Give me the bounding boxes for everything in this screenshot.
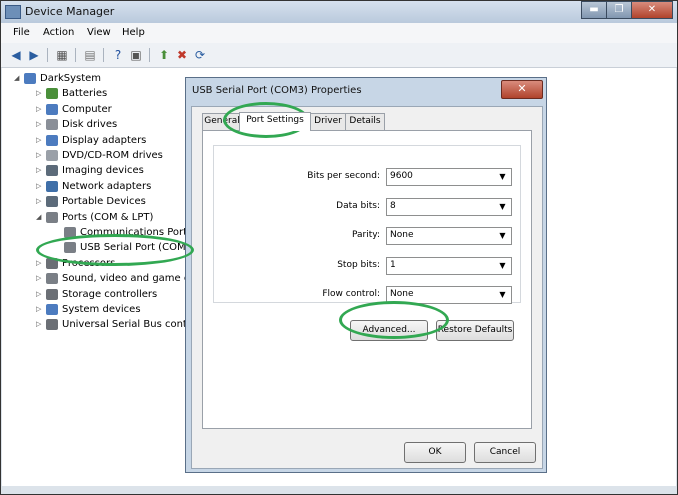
back-arrow-icon[interactable]: ◀ [9,48,23,62]
dvd-drive-icon [46,150,58,161]
dialog-title: USB Serial Port (COM3) Properties [192,85,362,96]
menu-action[interactable]: Action [43,27,74,38]
menu-help[interactable]: Help [122,27,145,38]
expand-arrow-icon[interactable]: ▷ [36,305,44,313]
expand-arrow-icon[interactable]: ▷ [36,197,44,205]
computer-icon [24,73,36,84]
chevron-down-icon[interactable]: ▼ [496,229,509,242]
expand-arrow-icon[interactable]: ▷ [36,182,44,190]
tab-port-settings[interactable]: Port Settings [239,112,311,131]
usb-icon [46,319,58,331]
ok-button[interactable]: OK [404,442,466,463]
menu-file[interactable]: File [13,27,30,38]
field-label: Stop bits: [337,259,380,270]
expand-arrow-icon[interactable]: ▷ [36,259,44,267]
field-select[interactable]: 9600 ▼ [386,168,512,186]
cancel-button[interactable]: Cancel [474,442,536,463]
scan-hardware-icon[interactable]: ⬆ [157,48,171,62]
toolbar: ◀ ▶ ▦ ▤ ? ▣ ⬆ ✖ ⟳ [1,43,677,68]
field-label: Parity: [352,230,380,241]
dialog-body: General Port Settings Driver Details Bit… [191,106,543,469]
toolbar-separator [75,48,76,62]
field-select[interactable]: None ▼ [386,227,512,246]
computer-icon [46,103,58,115]
field-label: Bits per second: [307,171,380,181]
restore-defaults-button[interactable]: Restore Defaults [436,320,514,341]
chevron-down-icon[interactable]: ▼ [496,259,509,272]
storage-icon [46,288,58,300]
properties-dialog: USB Serial Port (COM3) Properties ✕ Gene… [185,77,547,473]
maximize-button[interactable]: ❐ [606,1,632,19]
field-label: Data bits: [336,200,380,211]
properties-icon[interactable]: ▤ [83,48,97,62]
chevron-down-icon[interactable]: ▼ [496,170,509,183]
advanced-button[interactable]: Advanced... [350,320,428,341]
camera-icon [46,165,58,177]
port-settings-panel: Bits per second: 9600 ▼ Data bits: 8 ▼ Parity:… [202,130,532,429]
display-adapter-icon [46,134,58,146]
expand-arrow-icon[interactable]: ▷ [36,166,44,174]
field-select[interactable]: None ▼ [386,286,512,305]
sound-icon [46,273,58,285]
battery-icon [46,88,58,100]
tab-details[interactable]: Details [345,113,385,130]
forward-arrow-icon[interactable]: ▶ [27,48,41,62]
title-bar: Device Manager ▬ ❐ ✕ [1,1,677,23]
show-hide-tree-icon[interactable]: ▦ [55,48,69,62]
uninstall-icon[interactable]: ✖ [175,48,189,62]
window-title: Device Manager [25,5,115,18]
tab-general[interactable]: General [202,113,242,130]
expand-arrow-icon[interactable]: ▷ [36,274,44,282]
expand-arrow-icon[interactable]: ▷ [36,89,44,97]
view-icon[interactable]: ▣ [129,48,143,62]
expand-arrow-icon[interactable]: ▷ [36,136,44,144]
device-manager-icon [5,5,21,19]
port-icon [46,211,58,223]
field-select[interactable]: 8 ▼ [386,197,512,216]
network-icon [46,180,58,192]
toolbar-separator [47,48,48,62]
close-button[interactable]: ✕ [631,1,673,19]
expand-arrow-icon[interactable]: ▷ [36,151,44,159]
collapse-arrow-icon[interactable]: ◢ [14,74,22,82]
update-driver-icon[interactable]: ⟳ [193,48,207,62]
expand-arrow-icon[interactable]: ▷ [36,105,44,113]
dialog-close-button[interactable]: ✕ [501,80,543,99]
minimize-button[interactable]: ▬ [581,1,607,19]
port-icon [64,227,76,238]
toolbar-separator [103,48,104,62]
processor-icon [46,257,58,269]
field-label: Flow control: [322,289,380,300]
help-icon[interactable]: ? [111,48,125,62]
device-manager-window: Device Manager ▬ ❐ ✕ File Action View He… [0,0,678,495]
portable-device-icon [46,196,58,208]
system-device-icon [46,304,58,315]
chevron-down-icon[interactable]: ▼ [496,288,509,301]
menu-bar: File Action View Help [1,23,677,43]
expand-arrow-icon[interactable]: ▷ [36,120,44,128]
menu-view[interactable]: View [87,27,111,38]
expand-arrow-icon[interactable]: ▷ [36,320,44,328]
toolbar-separator [149,48,150,62]
field-select[interactable]: 1 ▼ [386,256,512,275]
expand-arrow-icon[interactable]: ▷ [36,290,44,298]
collapse-arrow-icon[interactable]: ◢ [36,213,44,221]
chevron-down-icon[interactable]: ▼ [496,200,509,213]
disk-drive-icon [46,119,58,131]
port-icon [64,242,76,254]
tab-driver[interactable]: Driver [308,113,348,130]
settings-group: Bits per second: 9600 ▼ Data bits: 8 ▼ Parity:… [213,145,521,305]
